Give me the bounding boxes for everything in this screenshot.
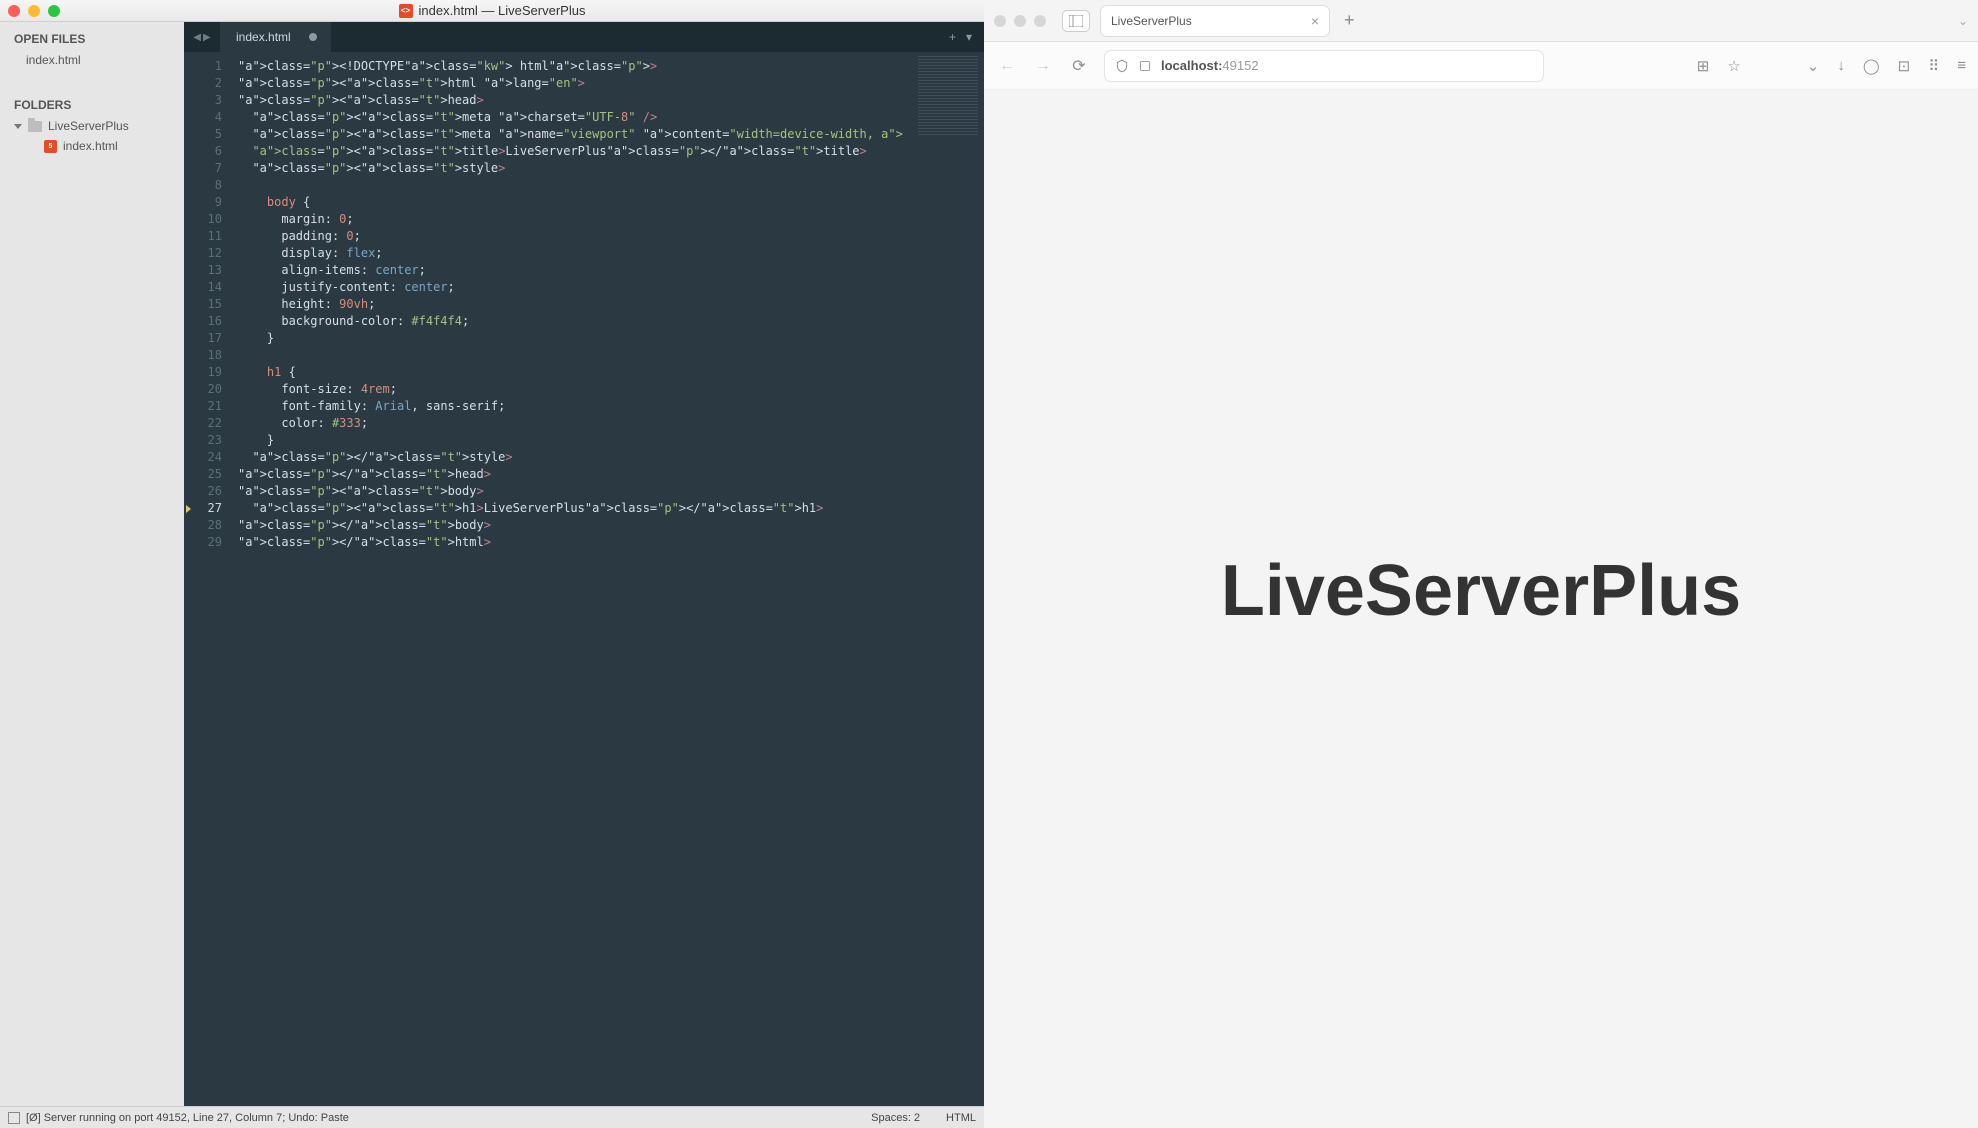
tab-actions: + ▾ xyxy=(949,22,984,52)
site-info-icon xyxy=(1139,60,1151,72)
minimap-preview xyxy=(918,56,978,136)
line-gutter: 1234567891011121314151617181920212223242… xyxy=(184,52,232,1106)
browser-toolbar: ← → ⟳ localhost:49152 ⊞ ☆ ⌄ ↓ ◯ ⊡ ⠿ ≡ xyxy=(984,42,1978,90)
folder-root[interactable]: LiveServerPlus xyxy=(0,116,184,136)
tab-menu-button[interactable]: ▾ xyxy=(966,30,972,44)
extensions-button[interactable]: ⊡ xyxy=(1898,57,1911,75)
browser-minimize-button[interactable] xyxy=(1014,15,1026,27)
folders-heading: FOLDERS xyxy=(0,88,184,116)
file-label: index.html xyxy=(63,139,118,153)
html-file-icon: 5 xyxy=(44,140,57,153)
status-language[interactable]: HTML xyxy=(946,1112,976,1124)
browser-traffic-lights xyxy=(994,15,1046,27)
account-button[interactable]: ◯ xyxy=(1863,57,1880,75)
toolbar-right: ⊞ ☆ ⌄ ↓ ◯ ⊡ ⠿ ≡ xyxy=(1697,57,1966,75)
open-file-item[interactable]: index.html xyxy=(0,50,184,70)
new-tab-button[interactable]: + xyxy=(949,30,956,44)
url-text: localhost:49152 xyxy=(1161,58,1259,73)
tab-history-nav[interactable]: ◀▶ xyxy=(184,22,220,52)
dirty-indicator-icon xyxy=(309,33,317,41)
panel-icon[interactable] xyxy=(8,1112,20,1124)
save-pocket-button[interactable]: ⌄ xyxy=(1807,57,1820,75)
folder-label: LiveServerPlus xyxy=(48,119,129,133)
folder-icon xyxy=(28,121,42,132)
chevron-down-icon xyxy=(14,124,22,129)
browser-window: LiveServerPlus × + ⌄ ← → ⟳ localhost:491… xyxy=(984,0,1978,1128)
browser-tab[interactable]: LiveServerPlus × xyxy=(1100,5,1330,37)
downloads-button[interactable]: ↓ xyxy=(1837,57,1845,74)
editor-window: <> index.html — LiveServerPlus OPEN FILE… xyxy=(0,0,984,1128)
minimap[interactable] xyxy=(904,52,984,1106)
menu-button[interactable]: ≡ xyxy=(1957,57,1966,74)
close-window-button[interactable] xyxy=(8,5,20,17)
file-item[interactable]: 5 index.html xyxy=(0,136,184,156)
forward-button[interactable]: → xyxy=(1032,57,1054,75)
traffic-lights xyxy=(8,5,60,17)
browser-tab-title: LiveServerPlus xyxy=(1111,14,1192,28)
window-title-text: index.html — LiveServerPlus xyxy=(419,3,586,18)
status-spaces[interactable]: Spaces: 2 xyxy=(871,1112,920,1124)
bookmark-button[interactable]: ☆ xyxy=(1727,57,1740,75)
tab-close-button[interactable]: × xyxy=(1311,13,1319,29)
editor-tab[interactable]: index.html xyxy=(220,22,331,52)
browser-close-button[interactable] xyxy=(994,15,1006,27)
browser-viewport: LiveServerPlus xyxy=(984,90,1978,1128)
editor-tab-label: index.html xyxy=(236,30,291,44)
zoom-window-button[interactable] xyxy=(48,5,60,17)
address-bar[interactable]: localhost:49152 xyxy=(1104,50,1544,82)
open-file-label: index.html xyxy=(26,53,81,67)
status-message: [Ø] Server running on port 49152, Line 2… xyxy=(26,1112,349,1124)
shield-icon xyxy=(1115,59,1129,73)
editor-tabs: ◀▶ index.html + ▾ xyxy=(184,22,984,52)
open-files-heading: OPEN FILES xyxy=(0,22,184,50)
new-tab-button[interactable]: + xyxy=(1344,10,1355,31)
reload-button[interactable]: ⟳ xyxy=(1068,56,1090,76)
sidebar-icon xyxy=(1069,15,1083,27)
editor-titlebar: <> index.html — LiveServerPlus xyxy=(0,0,984,22)
file-type-icon: <> xyxy=(399,4,413,18)
window-title: <> index.html — LiveServerPlus xyxy=(0,3,984,18)
browser-zoom-button[interactable] xyxy=(1034,15,1046,27)
code-area[interactable]: 1234567891011121314151617181920212223242… xyxy=(184,52,984,1106)
status-bar: [Ø] Server running on port 49152, Line 2… xyxy=(0,1106,984,1128)
tab-overflow-button[interactable]: ⌄ xyxy=(1958,14,1968,28)
app-grid-button[interactable]: ⠿ xyxy=(1928,57,1939,75)
page-heading: LiveServerPlus xyxy=(1221,550,1741,632)
sidebar-toggle-button[interactable] xyxy=(1062,10,1090,32)
code-text[interactable]: "a">class="p"><!DOCTYPE"a">class="kw"> h… xyxy=(232,52,984,1106)
sidebar: OPEN FILES index.html FOLDERS LiveServer… xyxy=(0,22,184,1106)
code-editor-pane: ◀▶ index.html + ▾ 1234567891011121314151… xyxy=(184,22,984,1106)
reader-view-button[interactable]: ⊞ xyxy=(1697,57,1710,75)
browser-tabbar: LiveServerPlus × + ⌄ xyxy=(984,0,1978,42)
back-button[interactable]: ← xyxy=(996,57,1018,75)
minimize-window-button[interactable] xyxy=(28,5,40,17)
